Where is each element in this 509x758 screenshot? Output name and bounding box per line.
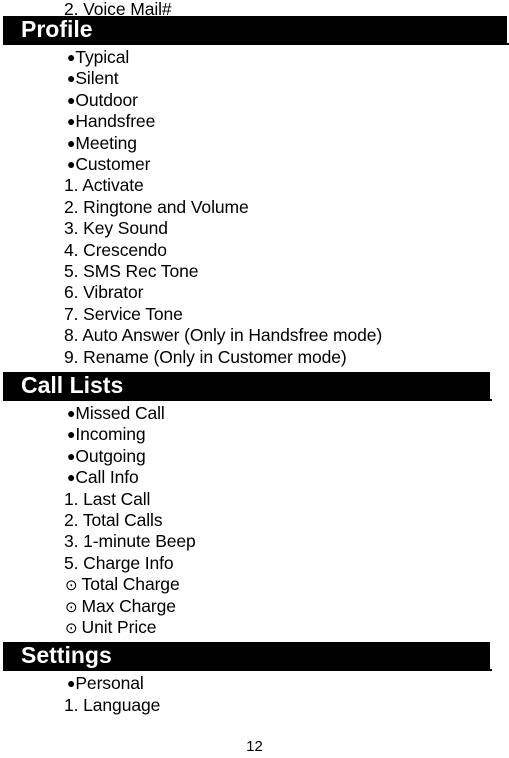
list-item-label: 2. Total Calls	[64, 510, 163, 530]
list-item-label: 4. Crescendo	[64, 239, 167, 260]
list-item: 5. Charge Info	[64, 553, 174, 574]
list-item-label: Typical	[75, 47, 130, 67]
list-item-label: 8. Auto Answer (Only in Handsfree mode)	[64, 325, 383, 346]
list-item-label: Incoming	[75, 424, 146, 445]
list-item-label: 3. 1-minute Beep	[64, 531, 196, 552]
section-header-underline	[3, 669, 492, 672]
list-item: 1. Activate	[64, 175, 144, 196]
list-item: ●Call Info	[67, 467, 139, 488]
list-item: ⊙ Total Charge	[65, 574, 180, 596]
list-item-label: Unit Price	[81, 617, 157, 637]
list-item-label: Outgoing	[75, 445, 146, 466]
list-item: ●Customer	[67, 154, 151, 175]
list-item: 4. Crescendo	[64, 240, 167, 261]
section-title: Call Lists	[21, 372, 124, 398]
list-item: 3. Key Sound	[64, 218, 168, 239]
list-item: 1. Language	[64, 695, 160, 716]
circled-dot-bullet-icon: ⊙	[65, 620, 82, 637]
section-title: Settings	[21, 642, 112, 669]
list-item-label: Silent	[75, 68, 119, 89]
list-item: 2. Total Calls	[64, 510, 163, 531]
list-item: 7. Service Tone	[64, 304, 183, 325]
list-item-label: 7. Service Tone	[64, 303, 183, 324]
section-header-underline	[3, 399, 492, 401]
list-item: ●Outdoor	[67, 90, 138, 111]
list-item: ●Typical	[67, 47, 129, 68]
list-item-label: 3. Key Sound	[64, 218, 168, 239]
list-item-label: Total Charge	[81, 574, 180, 595]
list-item: 9. Rename (Only in Customer mode)	[64, 347, 347, 368]
section-header-bar: Profile	[3, 16, 507, 43]
list-item-label: 5. Charge Info	[64, 552, 174, 573]
list-item: ●Handsfree	[67, 111, 155, 132]
list-item-label: Customer	[75, 154, 151, 174]
section-header-bar: Settings	[3, 642, 490, 670]
section-title: Profile	[21, 16, 93, 42]
list-item: ●Outgoing	[67, 446, 146, 467]
list-item-label: 1. Last Call	[64, 488, 151, 509]
section-header-underline	[3, 43, 509, 45]
list-item-label: Missed Call	[75, 403, 165, 423]
section-header-bar: Call Lists	[3, 372, 490, 399]
list-item: 8. Auto Answer (Only in Handsfree mode)	[64, 325, 382, 346]
list-item: 2. Ringtone and Volume	[64, 197, 249, 218]
list-item: ●Personal	[67, 673, 144, 694]
list-item: 6. Vibrator	[64, 282, 143, 303]
list-item-label: Max Charge	[81, 595, 176, 616]
list-item: 5. SMS Rec Tone	[64, 261, 198, 282]
page-number: 12	[246, 738, 263, 755]
list-item: ●Meeting	[67, 133, 137, 154]
list-item-label: Handsfree	[75, 111, 156, 132]
list-item-label: 5. SMS Rec Tone	[64, 261, 199, 281]
list-item: 3. 1-minute Beep	[64, 531, 196, 552]
list-item-label: Personal	[75, 673, 144, 694]
list-item-label: Call Info	[75, 467, 139, 488]
list-item-label: 1. Activate	[64, 175, 144, 196]
list-item: ●Silent	[67, 68, 119, 89]
list-item-label: Meeting	[75, 132, 137, 153]
manual-page: 2. Voice Mail# Profile ●Typical ●Silent ●Ou…	[0, 0, 509, 758]
list-item: ●Missed Call	[67, 403, 165, 424]
list-item-label: 9. Rename (Only in Customer mode)	[64, 346, 347, 367]
list-item-label: 2. Ringtone and Volume	[64, 196, 249, 217]
list-item-label: Outdoor	[75, 89, 138, 110]
list-item-label: 6. Vibrator	[64, 282, 144, 303]
list-item: ⊙ Unit Price	[65, 617, 157, 639]
circled-dot-bullet-icon: ⊙	[65, 598, 82, 616]
list-item: ⊙ Max Charge	[65, 596, 176, 618]
circled-dot-bullet-icon: ⊙	[65, 577, 82, 595]
list-item: 1. Last Call	[64, 489, 150, 510]
list-item: ●Incoming	[67, 424, 146, 445]
list-item-label: 1. Language	[64, 694, 161, 715]
